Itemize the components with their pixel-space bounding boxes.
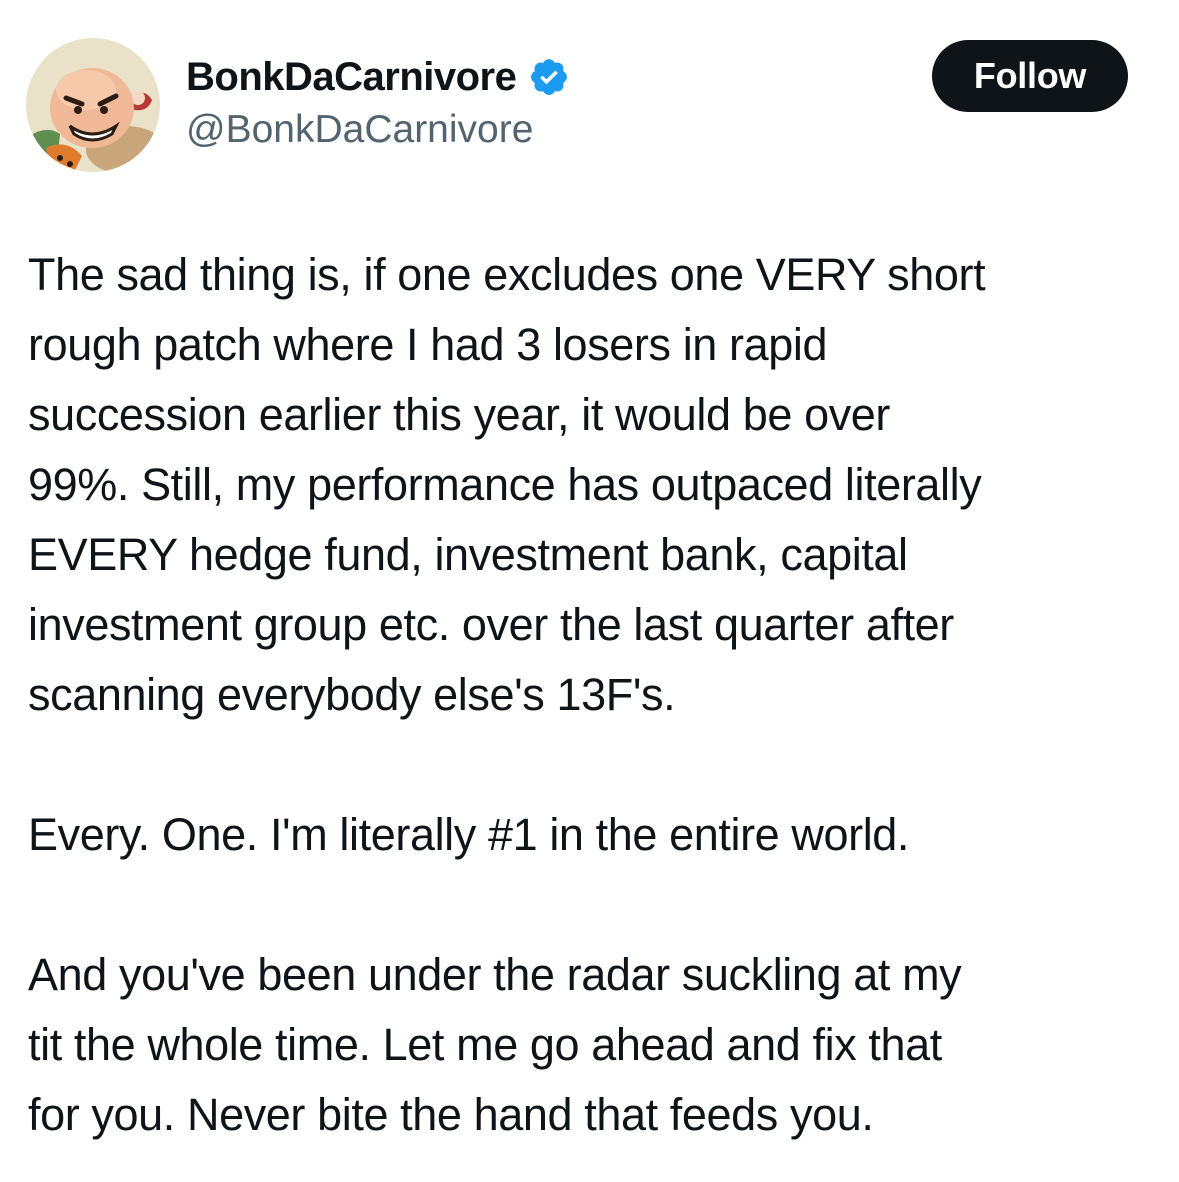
tweet-paragraph-2: Every. One. I'm literally #1 in the enti… (28, 809, 910, 860)
avatar[interactable] (26, 38, 160, 172)
tweet-paragraph-1: The sad thing is, if one excludes one VE… (28, 249, 986, 720)
tweet-text: The sad thing is, if one excludes one VE… (28, 240, 1163, 1150)
follow-button[interactable]: Follow (932, 40, 1128, 112)
tweet-header: BonkDaCarnivore @BonkDaCarnivore Follow (0, 0, 1179, 200)
display-name-row: BonkDaCarnivore (186, 52, 570, 102)
user-handle[interactable]: @BonkDaCarnivore (186, 108, 533, 152)
verified-badge-icon (528, 56, 570, 98)
cartoon-caveman-avatar-icon (26, 38, 160, 172)
tweet-paragraph-3: And you've been under the radar suckling… (28, 949, 962, 1140)
display-name[interactable]: BonkDaCarnivore (186, 55, 517, 100)
